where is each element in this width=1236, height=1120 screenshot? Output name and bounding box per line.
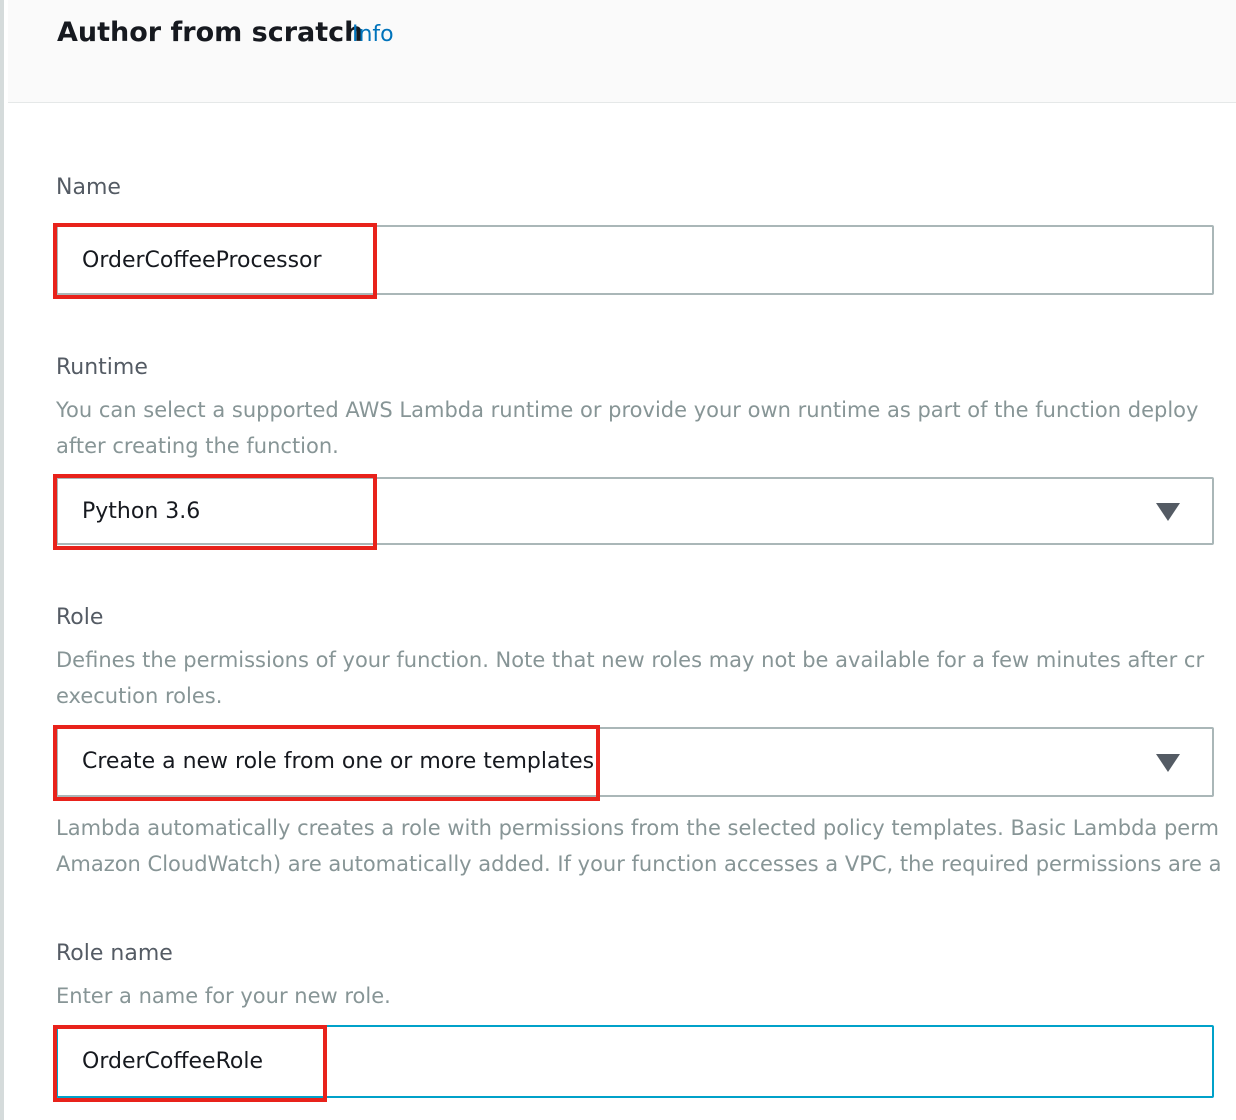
- role-description-line2: execution roles.: [56, 684, 223, 708]
- role-help-line1: Lambda automatically creates a role with…: [56, 816, 1219, 840]
- runtime-description-line1: You can select a supported AWS Lambda ru…: [56, 398, 1199, 422]
- info-link[interactable]: Info: [352, 22, 394, 47]
- runtime-description-line2: after creating the function.: [56, 434, 339, 458]
- role-name-label: Role name: [56, 941, 173, 966]
- runtime-selected-value: Python 3.6: [82, 499, 201, 524]
- panel-header: Author from scratch Info: [8, 0, 1236, 103]
- caret-down-icon: [1156, 754, 1180, 772]
- runtime-select[interactable]: Python 3.6: [56, 477, 1214, 545]
- role-help-line2: Amazon CloudWatch) are automatically add…: [56, 852, 1222, 876]
- role-name-input[interactable]: OrderCoffeeRole: [56, 1025, 1214, 1098]
- role-select[interactable]: Create a new role from one or more templ…: [56, 727, 1214, 797]
- name-input-value: OrderCoffeeProcessor: [82, 248, 322, 273]
- role-selected-value: Create a new role from one or more templ…: [82, 749, 602, 774]
- role-label: Role: [56, 605, 104, 630]
- author-from-scratch-panel: Author from scratch Info Name OrderCoffe…: [0, 0, 1236, 1120]
- runtime-label: Runtime: [56, 355, 148, 380]
- caret-down-icon: [1156, 503, 1180, 521]
- panel-title: Author from scratch: [57, 17, 364, 48]
- role-name-description: Enter a name for your new role.: [56, 984, 391, 1008]
- role-name-input-value: OrderCoffeeRole: [82, 1049, 263, 1074]
- role-description-line1: Defines the permissions of your function…: [56, 648, 1205, 672]
- name-input[interactable]: OrderCoffeeProcessor: [56, 225, 1214, 295]
- name-label: Name: [56, 175, 121, 200]
